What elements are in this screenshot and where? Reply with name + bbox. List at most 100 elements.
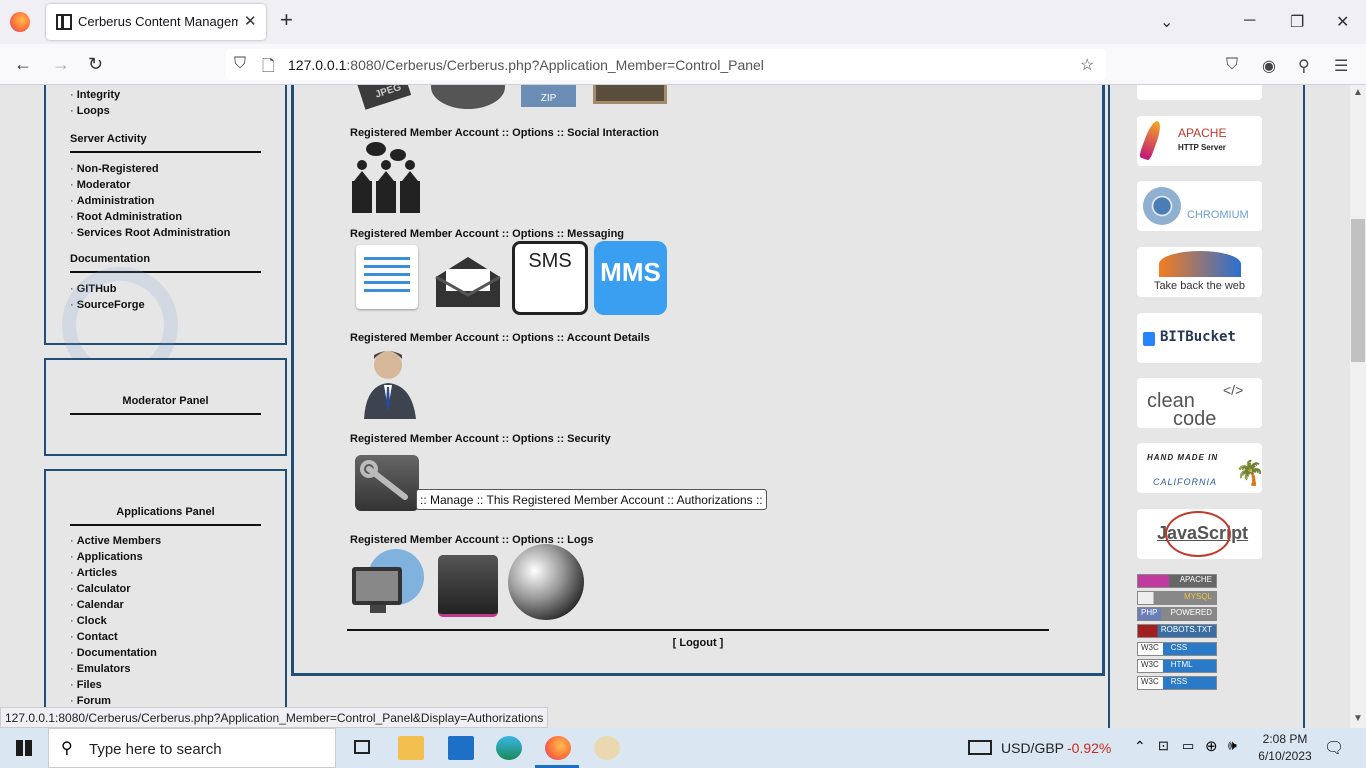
zip-icon[interactable]: ZIP: [521, 85, 576, 107]
clock-date[interactable]: 6/10/2023: [1254, 749, 1316, 763]
link-articles[interactable]: Articles: [46, 565, 285, 581]
forward-icon[interactable]: →: [52, 54, 70, 75]
taskbar-search-box[interactable]: ⚲ Type here to search: [48, 728, 336, 768]
scrollbar-thumb[interactable]: [1351, 219, 1365, 362]
apache-feather-icon: [1138, 119, 1164, 161]
file-explorer-icon[interactable]: [398, 736, 424, 760]
link-moderator[interactable]: Moderator: [46, 177, 285, 193]
edge-icon[interactable]: [496, 736, 522, 760]
email-icon[interactable]: [434, 255, 502, 309]
badge-firefox[interactable]: Take back the web: [1137, 247, 1262, 297]
notifications-icon[interactable]: 🗨: [1324, 738, 1344, 758]
account-icon[interactable]: ◉: [1262, 56, 1276, 76]
hard-drive-icon[interactable]: [438, 555, 498, 617]
jpeg-icon[interactable]: JPEG: [356, 85, 412, 110]
moderator-panel-box: Moderator Panel: [44, 358, 287, 456]
link-administration[interactable]: Administration: [46, 193, 285, 209]
link-root-administration[interactable]: Root Administration: [46, 209, 285, 225]
search-icon: ⚲: [61, 740, 73, 757]
paint-icon[interactable]: [594, 736, 620, 760]
link-documentation[interactable]: Documentation: [46, 645, 285, 661]
small-badge-mysql[interactable]: MYSQL: [1137, 591, 1217, 605]
mail-icon[interactable]: [448, 736, 474, 760]
link-emulators[interactable]: Emulators: [46, 661, 285, 677]
small-badge-html[interactable]: W3C HTML: [1137, 659, 1217, 673]
sms-icon[interactable]: SMS: [512, 241, 588, 315]
badges-column: APACHE HTTP Server CHROMIUM Take back th…: [1108, 85, 1305, 728]
small-badge-robots[interactable]: ROBOTS.TXT: [1137, 624, 1217, 638]
link-loops[interactable]: Loops: [46, 103, 285, 119]
badge-apache[interactable]: APACHE HTTP Server: [1137, 116, 1262, 166]
section-account: Registered Member Account :: Options :: …: [350, 332, 650, 344]
back-icon[interactable]: ←: [14, 54, 32, 75]
link-files[interactable]: Files: [46, 677, 285, 693]
restore-icon[interactable]: ❐: [1290, 12, 1304, 32]
minimize-icon[interactable]: ─: [1244, 12, 1255, 30]
badge-partial-top[interactable]: [1137, 85, 1262, 100]
device-icon[interactable]: ⊡: [1158, 738, 1169, 754]
task-view-icon[interactable]: [350, 736, 376, 760]
divider: [70, 524, 261, 526]
firefox-taskbar-icon[interactable]: [545, 736, 571, 760]
list-all-tabs-icon[interactable]: ⌄: [1160, 12, 1173, 32]
link-contact[interactable]: Contact: [46, 629, 285, 645]
url-bar[interactable]: ⛉ 🗋 127.0.0.1:8080/Cerberus/Cerberus.php…: [226, 49, 1106, 80]
new-tab-icon[interactable]: +: [280, 9, 293, 31]
battery-icon[interactable]: ▭: [1182, 738, 1194, 754]
badge-bitbucket[interactable]: BITBucket: [1137, 313, 1262, 363]
tab-title: Cerberus Content Management: [78, 14, 238, 29]
scroll-down-icon[interactable]: ▼: [1353, 713, 1363, 724]
badge-hand-made[interactable]: HAND MADE IN CALIFORNIA 🌴: [1137, 443, 1265, 493]
small-badge-css[interactable]: W3C CSS: [1137, 642, 1217, 656]
globe-top-icon[interactable]: [431, 85, 505, 109]
volume-icon[interactable]: 🕪: [1228, 737, 1237, 754]
close-window-icon[interactable]: ✕: [1336, 12, 1349, 32]
status-bar-url: 127.0.0.1:8080/Cerberus/Cerberus.php?App…: [0, 707, 549, 728]
link-applications[interactable]: Applications: [46, 549, 285, 565]
link-calendar[interactable]: Calendar: [46, 597, 285, 613]
mms-icon[interactable]: MMS: [594, 241, 667, 315]
windows-start-icon[interactable]: [16, 740, 32, 756]
reload-icon[interactable]: ↻: [88, 54, 103, 75]
documentation-heading: Documentation: [70, 253, 151, 265]
page-scrollbar[interactable]: ▲ ▼: [1350, 85, 1366, 728]
world-globe-icon[interactable]: [508, 544, 584, 620]
server-activity-heading: Server Activity: [70, 133, 147, 145]
firefox-menu-icon[interactable]: [10, 12, 30, 32]
ticker-label[interactable]: USD/GBP: [1001, 740, 1064, 756]
pocket-icon[interactable]: ⛉: [1226, 56, 1238, 74]
link-integrity[interactable]: Integrity: [46, 87, 285, 103]
show-hidden-icons-icon[interactable]: ⌃: [1134, 738, 1146, 755]
badge-javascript[interactable]: JavaScript: [1137, 509, 1262, 559]
board-icon[interactable]: [593, 85, 667, 104]
ticker-value[interactable]: -0.92%: [1067, 740, 1111, 756]
social-interaction-icon[interactable]: [350, 141, 423, 215]
account-person-icon[interactable]: [362, 347, 418, 419]
link-clock[interactable]: Clock: [46, 613, 285, 629]
badge-clean-code[interactable]: clean code </>: [1137, 378, 1262, 429]
browser-tab[interactable]: Cerberus Content Management ✕: [46, 4, 266, 40]
page-icon[interactable]: 🗋: [262, 55, 275, 82]
shield-icon[interactable]: ⛉: [234, 55, 246, 73]
link-non-registered[interactable]: Non-Registered: [46, 161, 285, 177]
app-menu-icon[interactable]: ☰: [1334, 56, 1348, 76]
close-tab-icon[interactable]: ✕: [244, 12, 257, 30]
security-wrench-icon[interactable]: [355, 455, 419, 511]
tab-bar: Cerberus Content Management ✕ + ⌄ ─ ❐ ✕: [0, 0, 1366, 44]
badge-chromium[interactable]: CHROMIUM: [1137, 181, 1262, 231]
url-text[interactable]: 127.0.0.1:8080/Cerberus/Cerberus.php?App…: [288, 57, 764, 73]
link-calculator[interactable]: Calculator: [46, 581, 285, 597]
small-badge-rss[interactable]: W3C RSS: [1137, 676, 1217, 690]
link-services-root-administration[interactable]: Services Root Administration: [46, 225, 285, 241]
bookmark-star-icon[interactable]: ☆: [1080, 55, 1094, 75]
computer-globe-icon[interactable]: [350, 547, 425, 619]
small-badge-php[interactable]: PHP POWERED: [1137, 607, 1217, 621]
small-badge-apache[interactable]: APACHE: [1137, 574, 1217, 588]
notepad-icon[interactable]: [356, 245, 418, 309]
logout-link[interactable]: [ Logout ]: [347, 637, 1049, 649]
scroll-up-icon[interactable]: ▲: [1353, 87, 1363, 98]
link-active-members[interactable]: Active Members: [46, 533, 285, 549]
network-globe-icon[interactable]: ⊕: [1205, 737, 1218, 755]
extensions-icon[interactable]: ⚲: [1298, 56, 1310, 76]
clock-time[interactable]: 2:08 PM: [1260, 732, 1310, 746]
